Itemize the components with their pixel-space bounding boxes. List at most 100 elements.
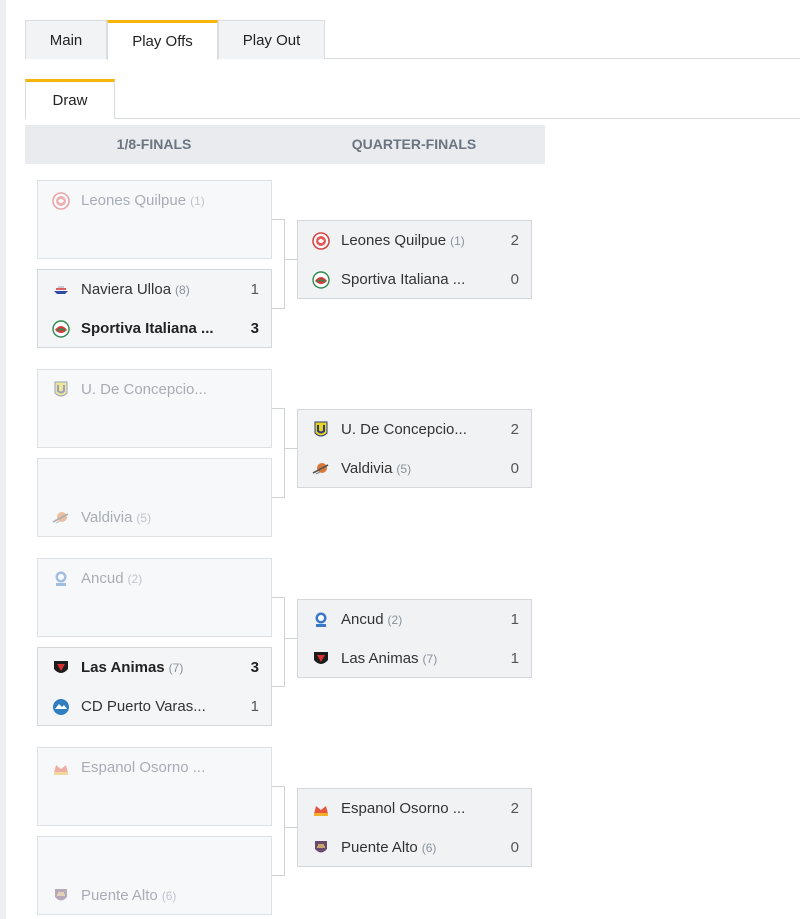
match-card-quarter-final[interactable]: U. De Concepcio... 2 Valdivia (5) 0 <box>297 409 532 488</box>
tab-play-out[interactable]: Play Out <box>218 20 325 59</box>
team-score: 1 <box>250 698 259 715</box>
team-name: Espanol Osorno ... <box>81 759 206 776</box>
team-row: Puente Alto (6) <box>38 876 271 915</box>
tab-bar: Main Play Offs Play Out <box>25 20 800 60</box>
round-label-quarter-finals: QUARTER-FINALS <box>351 136 477 152</box>
team-name: Sportiva Italiana ... <box>341 271 466 288</box>
cd-puerto-varas-logo-icon <box>52 698 70 716</box>
puente-alto-logo-icon <box>52 887 70 905</box>
team-row: Puente Alto (6) 0 <box>298 828 531 867</box>
team-name: Ancud <box>81 570 124 587</box>
team-row: Espanol Osorno ... <box>38 748 271 787</box>
team-score: 1 <box>510 611 519 628</box>
naviera-ulloa-logo-icon <box>52 281 70 299</box>
team-score: 3 <box>250 659 259 676</box>
team-name: CD Puerto Varas... <box>81 698 206 715</box>
team-seed: (2) <box>127 571 143 586</box>
team-seed: (2) <box>387 612 403 627</box>
team-name: Valdivia <box>341 460 393 477</box>
bracket-connector <box>272 597 285 687</box>
team-name: Ancud <box>341 611 384 628</box>
bracket-connector <box>285 638 297 639</box>
match-card-r16[interactable]: Ancud (2) <box>37 558 272 637</box>
tab-draw[interactable]: Draw <box>25 79 115 119</box>
team-row: Valdivia (5) 0 <box>298 449 531 488</box>
team-name: Las Animas <box>81 659 165 676</box>
bracket-connector <box>272 786 285 876</box>
team-row: U. De Concepcio... <box>38 370 271 409</box>
las-animas-logo-icon <box>52 659 70 677</box>
ancud-logo-icon <box>52 570 70 588</box>
tab-main[interactable]: Main <box>25 20 107 59</box>
match-card-quarter-final[interactable]: Ancud (2) 1 Las Animas (7) 1 <box>297 599 532 678</box>
team-score: 2 <box>510 800 519 817</box>
team-seed: (1) <box>450 233 465 248</box>
sportiva-italiana-logo-icon <box>52 320 70 338</box>
leones-quilpue-logo-icon <box>52 192 70 210</box>
match-card-r16[interactable]: Leones Quilpue (1) <box>37 180 272 259</box>
team-name: Puente Alto <box>81 887 158 904</box>
team-row: Leones Quilpue (1) 2 <box>298 221 531 260</box>
team-score: 0 <box>510 460 519 477</box>
team-score: 2 <box>510 232 519 249</box>
team-name: Leones Quilpue <box>341 232 447 249</box>
match-card-quarter-final[interactable]: Leones Quilpue (1) 2 Sportiva Italiana .… <box>297 220 532 299</box>
team-row <box>38 220 271 259</box>
puente-alto-logo-icon <box>312 839 330 857</box>
espanol-osorno-logo-icon <box>312 800 330 818</box>
team-row: Naviera Ulloa (8) 1 <box>38 270 271 309</box>
team-seed: (5) <box>396 461 412 476</box>
team-row <box>38 459 271 498</box>
team-seed: (7) <box>168 660 184 675</box>
team-seed: (6) <box>161 888 177 903</box>
tab-play-offs[interactable]: Play Offs <box>107 20 218 60</box>
team-seed: (1) <box>190 193 205 208</box>
team-row: Sportiva Italiana ... 0 <box>298 260 531 299</box>
subtab-bar: Draw <box>25 79 800 119</box>
valdivia-logo-icon <box>52 509 70 527</box>
match-card-r16[interactable]: Espanol Osorno ... <box>37 747 272 826</box>
team-name: Naviera Ulloa <box>81 281 172 298</box>
team-score: 0 <box>510 839 519 856</box>
team-seed: (5) <box>136 510 152 525</box>
las-animas-logo-icon <box>312 650 330 668</box>
bracket-connector <box>285 259 297 260</box>
team-name: Valdivia <box>81 509 133 526</box>
team-row: Las Animas (7) 3 <box>38 648 271 687</box>
leones-quilpue-logo-icon <box>312 232 330 250</box>
team-name: U. De Concepcio... <box>81 381 207 398</box>
team-name: U. De Concepcio... <box>341 421 467 438</box>
bracket-connector <box>272 408 285 498</box>
team-score: 2 <box>510 421 519 438</box>
ancud-logo-icon <box>312 611 330 629</box>
team-seed: (8) <box>175 282 190 297</box>
team-score: 0 <box>510 271 519 288</box>
match-card-r16[interactable]: Valdivia (5) <box>37 458 272 537</box>
team-row <box>38 598 271 637</box>
bracket-connector <box>272 219 285 309</box>
left-rail <box>0 0 6 919</box>
team-row: Ancud (2) 1 <box>298 600 531 639</box>
team-name: Sportiva Italiana ... <box>81 320 214 337</box>
team-score: 3 <box>250 320 259 337</box>
team-row: Leones Quilpue (1) <box>38 181 271 220</box>
sportiva-italiana-logo-icon <box>312 271 330 289</box>
match-card-r16[interactable]: Las Animas (7) 3 CD Puerto Varas... 1 <box>37 647 272 726</box>
match-card-r16[interactable]: Puente Alto (6) <box>37 836 272 915</box>
team-seed: (6) <box>421 840 437 855</box>
u-de-concepcion-logo-icon <box>52 381 70 399</box>
match-card-quarter-final[interactable]: Espanol Osorno ... 2 Puente Alto (6) 0 <box>297 788 532 867</box>
match-card-r16[interactable]: U. De Concepcio... <box>37 369 272 448</box>
valdivia-logo-icon <box>312 460 330 478</box>
round-header-bar: 1/8-FINALS QUARTER-FINALS <box>25 125 545 164</box>
u-de-concepcion-logo-icon <box>312 421 330 439</box>
team-row <box>38 787 271 826</box>
team-row: Sportiva Italiana ... 3 <box>38 309 271 348</box>
team-row: Espanol Osorno ... 2 <box>298 789 531 828</box>
team-name: Las Animas <box>341 650 419 667</box>
round-label-r16: 1/8-FINALS <box>116 136 192 152</box>
bracket-connector <box>285 448 297 449</box>
match-card-r16[interactable]: Naviera Ulloa (8) 1 Sportiva Italiana ..… <box>37 269 272 348</box>
team-name: Leones Quilpue <box>81 192 187 209</box>
team-name: Espanol Osorno ... <box>341 800 466 817</box>
